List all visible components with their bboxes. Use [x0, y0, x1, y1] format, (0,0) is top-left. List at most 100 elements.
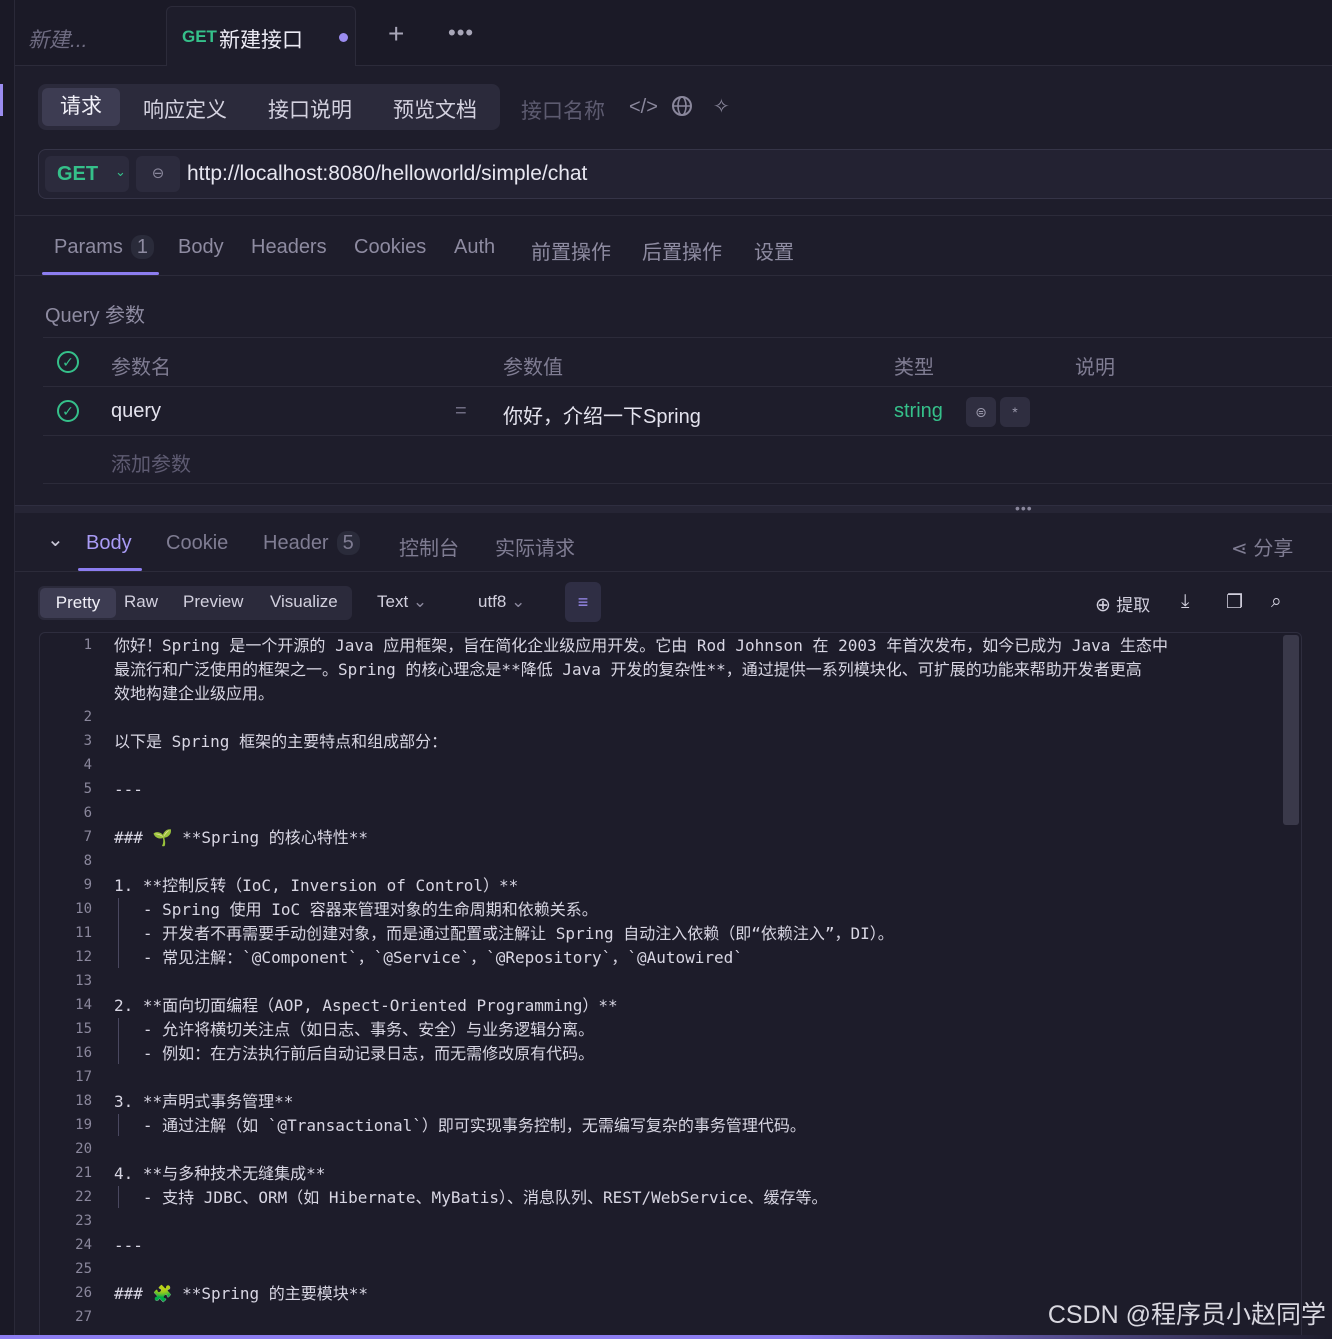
- check-all-icon[interactable]: ✓: [57, 351, 79, 373]
- line-number: 26: [75, 1285, 92, 1301]
- encoding-select[interactable]: utf8 ⌄: [478, 592, 525, 612]
- line-number: 22: [75, 1189, 92, 1205]
- param-type-select[interactable]: string: [894, 400, 943, 423]
- resp-tab-actual[interactable]: 实际请求: [495, 532, 575, 561]
- code-line: 4. **与多种技术无缝集成**: [114, 1164, 326, 1183]
- seg-request[interactable]: 请求: [42, 88, 120, 126]
- tab-auth[interactable]: Auth: [454, 236, 495, 259]
- tab-cookies[interactable]: Cookies: [354, 236, 426, 259]
- code-line: - 允许将横切关注点（如日志、事务、安全）与业务逻辑分离。: [114, 1020, 595, 1039]
- resp-tab-cookie[interactable]: Cookie: [166, 532, 228, 555]
- format-select[interactable]: Text ⌄: [377, 592, 427, 612]
- row-check-icon[interactable]: ✓: [57, 400, 79, 422]
- tab-new-interface[interactable]: GET 新建接口: [166, 6, 356, 66]
- line-number: 15: [75, 1021, 92, 1037]
- magic-icon[interactable]: ✧: [713, 94, 730, 119]
- copy-icon[interactable]: ❐: [1226, 591, 1243, 614]
- view-pretty[interactable]: Pretty: [40, 588, 116, 618]
- code-line: ---: [114, 780, 143, 799]
- code-line: - 通过注解（如 `@Transactional`）即可实现事务控制，无需编写复…: [114, 1116, 806, 1135]
- code-line: 3. **声明式事务管理**: [114, 1092, 294, 1111]
- tab-pre-actions[interactable]: 前置操作: [531, 236, 611, 265]
- tab-params[interactable]: Params 1: [54, 235, 155, 259]
- resp-tab-console[interactable]: 控制台: [399, 532, 459, 561]
- tab-body[interactable]: Body: [178, 236, 224, 259]
- query-row: ✓ query = 你好，介绍一下Spring string ⊜ *: [43, 386, 1332, 435]
- line-number: 4: [83, 757, 92, 773]
- search-icon[interactable]: ⌕: [1271, 591, 1282, 613]
- add-param-input[interactable]: 添加参数: [111, 448, 191, 477]
- view-raw[interactable]: Raw: [124, 592, 158, 612]
- view-mode-segment: Pretty Raw Preview Visualize: [38, 586, 352, 620]
- query-header-row: ✓ 参数名 参数值 类型 说明: [43, 337, 1332, 386]
- indent-guide: [118, 1114, 119, 1136]
- code-line: 以下是 Spring 框架的主要特点和组成部分：: [114, 732, 448, 751]
- param-tabs: Params 1 Body Headers Cookies Auth 前置操作 后…: [15, 216, 1332, 276]
- download-icon[interactable]: ⤓: [1181, 591, 1189, 613]
- line-number: 27: [75, 1309, 92, 1325]
- query-title: Query 参数: [45, 305, 146, 327]
- code-line: 2. **面向切面编程（AOP, Aspect-Oriented Program…: [114, 996, 618, 1015]
- code-icon[interactable]: </>: [629, 96, 658, 119]
- equals-sign: =: [455, 400, 467, 422]
- add-tab-icon[interactable]: +: [388, 20, 404, 48]
- line-number: 18: [75, 1093, 92, 1109]
- tab-settings[interactable]: 设置: [754, 236, 794, 265]
- watermark: CSDN @程序员小赵同学: [1047, 1301, 1326, 1329]
- line-number: 16: [75, 1045, 92, 1061]
- view-visualize[interactable]: Visualize: [270, 592, 338, 612]
- line-number: 2: [83, 709, 92, 725]
- unsaved-dot-icon: [339, 33, 348, 42]
- globe-icon[interactable]: [671, 95, 693, 123]
- wrap-lines-icon[interactable]: ≡: [565, 582, 601, 622]
- header-count-badge: 5: [336, 531, 360, 555]
- tab-headers[interactable]: Headers: [251, 236, 327, 259]
- method-select[interactable]: GET ⌄: [45, 156, 129, 192]
- tab-title: 新建接口: [219, 29, 303, 52]
- left-rail: [0, 0, 15, 1339]
- required-toggle[interactable]: *: [1000, 397, 1030, 427]
- resp-tab-body[interactable]: Body: [86, 532, 132, 555]
- chevron-down-icon: ⌄: [412, 592, 428, 611]
- resp-tab-header[interactable]: Header 5: [263, 531, 360, 555]
- line-number: 3: [83, 733, 92, 749]
- link-icon[interactable]: ⊖: [136, 156, 180, 192]
- view-preview[interactable]: Preview: [183, 592, 243, 612]
- left-rail-indicator: [0, 84, 3, 116]
- url-input[interactable]: http://localhost:8080/helloworld/simple/…: [187, 162, 587, 186]
- more-icon[interactable]: •••: [448, 20, 474, 46]
- line-number: 13: [75, 973, 92, 989]
- param-name-input[interactable]: query: [111, 400, 161, 423]
- schema-icon[interactable]: ⊜: [966, 397, 996, 427]
- extract-button[interactable]: ⊕ 提取: [1095, 591, 1150, 617]
- share-button[interactable]: ⋖ 分享: [1231, 532, 1293, 561]
- seg-preview[interactable]: 预览文档: [393, 94, 477, 124]
- code-line: - 支持 JDBC、ORM（如 Hibernate、MyBatis）、消息队列、…: [114, 1188, 828, 1207]
- col-value: 参数值: [503, 357, 563, 379]
- panel-splitter[interactable]: •••: [15, 500, 1332, 516]
- collapse-chevron-icon[interactable]: ⌄: [47, 527, 64, 552]
- active-tab-underline: [42, 272, 159, 275]
- indent-guide: [118, 898, 119, 968]
- param-value-input[interactable]: 你好，介绍一下Spring: [503, 400, 701, 429]
- line-number: 8: [83, 853, 92, 869]
- interface-name-input[interactable]: 接口名称: [521, 95, 605, 125]
- code-line: ### 🧩 **Spring 的主要模块**: [114, 1284, 369, 1303]
- seg-doc[interactable]: 接口说明: [268, 94, 352, 124]
- tab-post-actions[interactable]: 后置操作: [642, 236, 722, 265]
- line-number: 1: [83, 637, 92, 653]
- active-resp-tab-underline: [78, 568, 142, 571]
- response-editor[interactable]: 1 2 3 4 5 6 7 8 9 10 11 12 13 14 15 16 17 18 19 20 21 22 23 24 2…: [39, 632, 1302, 1339]
- extract-icon: ⊕: [1095, 595, 1111, 616]
- line-number: 7: [83, 829, 92, 845]
- vertical-scrollbar[interactable]: [1283, 635, 1299, 825]
- share-label: 分享: [1253, 538, 1294, 560]
- code-line: 效地构建企业级应用。: [114, 684, 275, 703]
- add-param-row: [43, 435, 1332, 484]
- seg-response-def[interactable]: 响应定义: [143, 94, 227, 124]
- tab-new[interactable]: 新建...: [28, 24, 88, 54]
- line-number: 23: [75, 1213, 92, 1229]
- code-line: 1. **控制反转（IoC, Inversion of Control）**: [114, 876, 519, 895]
- chevron-down-icon: ⌄: [511, 592, 526, 611]
- response-tabs: ⌄ Body Cookie Header 5 控制台 实际请求 ⋖ 分享: [15, 513, 1332, 572]
